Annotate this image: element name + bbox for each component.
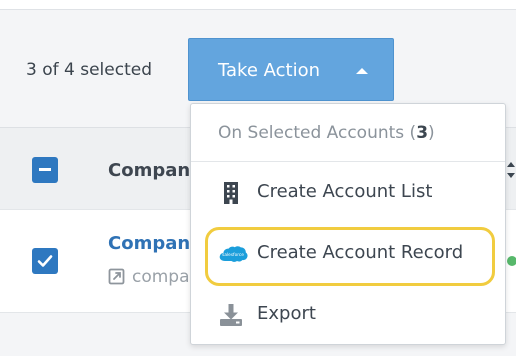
take-action-button[interactable]: Take Action bbox=[188, 38, 394, 101]
menu-item-label: Create Account Record bbox=[257, 242, 464, 263]
menu-item-create-account-list[interactable]: Create Account List bbox=[191, 163, 505, 223]
caret-up-icon bbox=[356, 68, 368, 74]
salesforce-cloud-icon: salesforce bbox=[219, 246, 248, 262]
svg-text:salesforce: salesforce bbox=[222, 252, 244, 258]
menu-item-label: Export bbox=[257, 303, 316, 324]
menu-item-export[interactable]: Export bbox=[191, 285, 505, 345]
menu-header-count: 3 bbox=[416, 123, 429, 143]
menu-item-label: Create Account List bbox=[257, 181, 433, 202]
take-action-label: Take Action bbox=[218, 60, 320, 81]
external-link-icon[interactable] bbox=[108, 268, 125, 285]
page: 3 of 4 selected Take Action Compan Compa… bbox=[0, 0, 516, 356]
selection-count: 3 of 4 selected bbox=[26, 60, 152, 80]
column-header-company[interactable]: Compan bbox=[108, 160, 190, 181]
select-all-checkbox[interactable] bbox=[32, 157, 58, 183]
menu-header-label: On Selected Accounts ( bbox=[218, 123, 417, 143]
company-link[interactable]: Compan bbox=[108, 233, 190, 254]
row-checkbox[interactable] bbox=[32, 248, 58, 274]
menu-header: On Selected Accounts (3) bbox=[191, 104, 505, 162]
download-icon bbox=[220, 304, 242, 326]
menu-item-create-account-record[interactable]: salesforce Create Account Record bbox=[191, 224, 505, 286]
sort-icon[interactable] bbox=[505, 159, 516, 181]
take-action-menu: On Selected Accounts (3) Create Account … bbox=[190, 103, 506, 345]
top-strip bbox=[0, 0, 516, 10]
company-domain: compa bbox=[132, 267, 190, 287]
status-indicator bbox=[507, 256, 516, 266]
building-icon bbox=[224, 182, 238, 204]
check-icon bbox=[37, 255, 53, 267]
menu-header-suffix: ) bbox=[428, 123, 435, 143]
